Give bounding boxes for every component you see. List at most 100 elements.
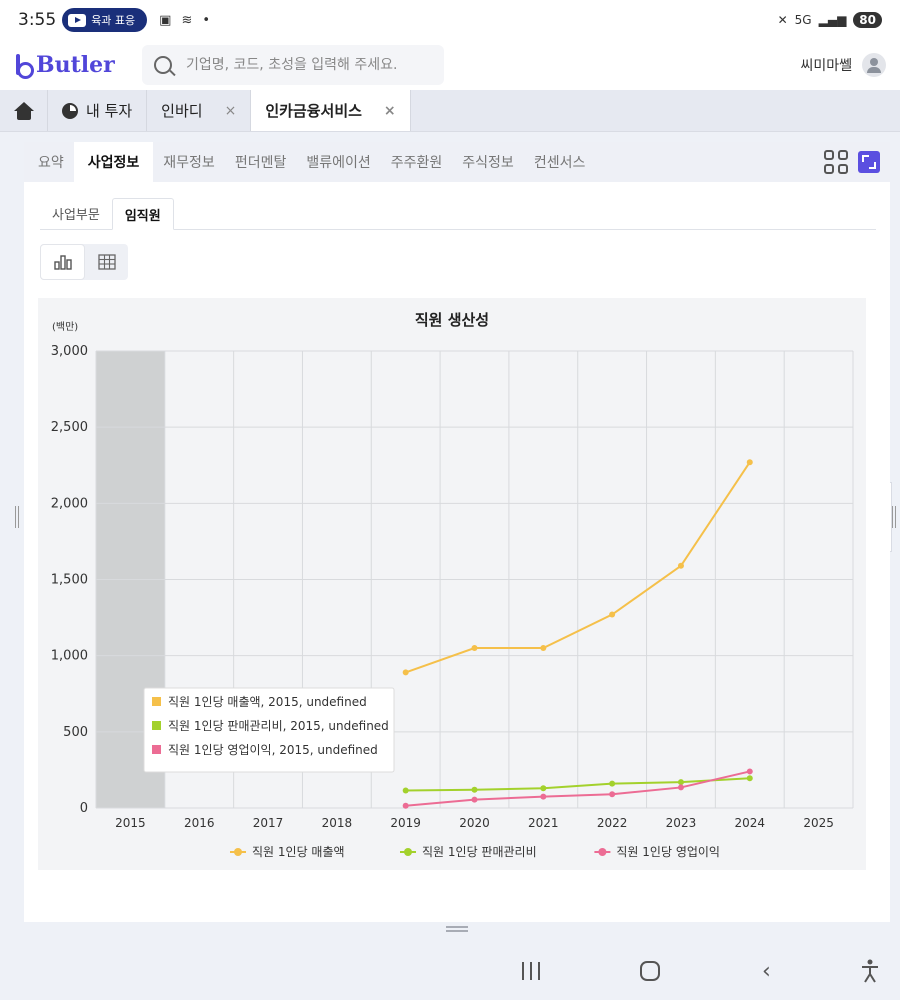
tab-label: 인바디 bbox=[161, 102, 203, 120]
bottom-resize-grip[interactable] bbox=[446, 926, 468, 932]
recent-apps-icon[interactable] bbox=[522, 962, 540, 980]
battery-indicator: 80 bbox=[853, 12, 882, 28]
chart-view-button[interactable] bbox=[40, 244, 85, 280]
left-grip-icon[interactable] bbox=[15, 506, 19, 528]
subnav-financials[interactable]: 재무정보 bbox=[153, 142, 225, 182]
table-icon bbox=[97, 254, 116, 270]
table-view-button[interactable] bbox=[85, 244, 128, 280]
subnav-summary[interactable]: 요약 bbox=[28, 142, 74, 182]
chart-svg: 0 500 1,000 1,500 2,000 2,500 3,000 2015 2016 201… bbox=[51, 311, 854, 859]
data-point bbox=[471, 786, 478, 793]
logo-b-icon bbox=[14, 54, 34, 79]
y-tick-label: 1,000 bbox=[51, 649, 88, 664]
avatar-icon[interactable] bbox=[862, 53, 886, 77]
x-tick-label: 2024 bbox=[734, 816, 765, 830]
x-tick-label: 2020 bbox=[459, 816, 490, 830]
dot-icon: • bbox=[202, 12, 211, 28]
tooltip-line: 직원 1인당 영업이익, 2015, undefined bbox=[168, 743, 378, 757]
signal-bars-icon: ▂▄▆ bbox=[818, 13, 847, 27]
close-icon[interactable]: × bbox=[384, 103, 396, 119]
youtube-icon bbox=[68, 13, 87, 27]
close-icon[interactable]: × bbox=[225, 103, 237, 119]
back-icon[interactable]: ‹ bbox=[762, 959, 771, 984]
legend-label: 직원 1인당 매출액 bbox=[252, 845, 345, 859]
x-tick-label: 2025 bbox=[803, 816, 834, 830]
data-point bbox=[677, 779, 684, 786]
subnav-stock-info[interactable]: 주식정보 bbox=[452, 142, 524, 182]
tab-inbody[interactable]: 인바디 × bbox=[147, 90, 252, 131]
butler-logo[interactable]: Butler bbox=[14, 52, 134, 79]
legend-marker bbox=[598, 848, 607, 856]
tab-business-segments[interactable]: 사업부문 bbox=[40, 198, 112, 229]
tab-employees[interactable]: 임직원 bbox=[111, 198, 174, 230]
tooltip-swatch bbox=[152, 721, 161, 730]
y-tick-label: 500 bbox=[63, 725, 88, 740]
app-header: Butler 씨미마쎌 bbox=[0, 40, 900, 90]
subnav-business-info[interactable]: 사업정보 bbox=[73, 142, 154, 182]
subnav-consensus[interactable]: 컨센서스 bbox=[524, 142, 596, 182]
screenshot-icon: ▣ bbox=[159, 12, 172, 28]
data-point bbox=[609, 780, 616, 787]
search-box[interactable] bbox=[142, 45, 444, 85]
accessibility-icon[interactable] bbox=[860, 959, 880, 983]
subnav-shareholder-return[interactable]: 주주환원 bbox=[381, 142, 453, 182]
x-tick-label: 2023 bbox=[666, 816, 697, 830]
data-point bbox=[402, 787, 409, 794]
data-point bbox=[746, 459, 753, 466]
data-point bbox=[746, 768, 753, 775]
status-right: ✕ 5G ▂▄▆ 80 bbox=[778, 12, 882, 28]
expand-icon[interactable] bbox=[858, 151, 880, 173]
tab-label: 내 투자 bbox=[86, 102, 133, 120]
home-tab[interactable] bbox=[0, 90, 48, 131]
section-nav: 요약 사업정보 재무정보 펀더멘탈 밸류에이션 주주환원 주식정보 컨센서스 bbox=[24, 142, 890, 182]
x-tick-label: 2021 bbox=[528, 816, 559, 830]
notification-icons: ▣ ≋ • bbox=[159, 13, 210, 28]
y-tick-label: 0 bbox=[80, 801, 88, 816]
content-card: 요약 사업정보 재무정보 펀더멘탈 밸류에이션 주주환원 주식정보 컨센서스 사… bbox=[24, 142, 890, 922]
tab-inca-financial[interactable]: 인카금융서비스 × bbox=[251, 90, 411, 131]
data-point bbox=[746, 775, 753, 782]
data-point bbox=[471, 796, 478, 803]
user-menu[interactable]: 씨미마쎌 bbox=[800, 53, 886, 77]
data-point bbox=[609, 791, 616, 798]
media-notification-text: 육과 표응 bbox=[91, 14, 136, 27]
data-point bbox=[540, 645, 547, 652]
x-tick-label: 2016 bbox=[184, 816, 215, 830]
x-tick-label: 2019 bbox=[390, 816, 421, 830]
data-point bbox=[402, 669, 409, 676]
data-point bbox=[540, 793, 547, 800]
view-toggle bbox=[40, 244, 128, 280]
tab-my-investments[interactable]: 내 투자 bbox=[48, 90, 148, 131]
top-tabs: 내 투자 인바디 × 인카금융서비스 × bbox=[0, 90, 900, 132]
x-tick-label: 2015 bbox=[115, 816, 146, 830]
right-grip-icon[interactable] bbox=[892, 506, 896, 528]
tooltip-line: 직원 1인당 매출액, 2015, undefined bbox=[168, 695, 367, 709]
data-point bbox=[677, 784, 684, 791]
y-tick-label: 3,000 bbox=[51, 344, 88, 359]
media-notification-pill[interactable]: 육과 표응 bbox=[62, 8, 148, 32]
employee-productivity-chart: 0 500 1,000 1,500 2,000 2,500 3,000 2015 2016 201… bbox=[38, 298, 866, 870]
y-tick-label: 2,000 bbox=[51, 496, 88, 511]
search-input[interactable] bbox=[186, 57, 436, 73]
search-icon bbox=[154, 56, 172, 74]
y-tick-label: 1,500 bbox=[51, 573, 88, 588]
mute-icon: ✕ bbox=[777, 13, 788, 27]
tab-label: 인카금융서비스 bbox=[265, 102, 362, 120]
legend-marker bbox=[234, 848, 242, 856]
legend-marker bbox=[404, 848, 412, 856]
subnav-valuation[interactable]: 밸류에이션 bbox=[296, 142, 380, 182]
data-point bbox=[609, 611, 616, 618]
status-time: 3:55 bbox=[18, 10, 57, 30]
tooltip-swatch bbox=[152, 745, 161, 754]
home-button-icon[interactable] bbox=[640, 961, 660, 981]
x-tick-label: 2017 bbox=[253, 816, 284, 830]
grid-layout-icon[interactable] bbox=[824, 150, 848, 174]
subnav-fundamentals[interactable]: 펀더멘탈 bbox=[225, 142, 297, 182]
user-name[interactable]: 씨미마쎌 bbox=[800, 55, 852, 75]
logo-text: Butler bbox=[36, 52, 115, 78]
y-tick-label: 2,500 bbox=[51, 420, 88, 435]
chart-title: 직원 생산성 bbox=[415, 311, 489, 329]
data-point bbox=[540, 785, 547, 792]
data-point bbox=[471, 645, 478, 652]
data-point bbox=[402, 802, 409, 809]
